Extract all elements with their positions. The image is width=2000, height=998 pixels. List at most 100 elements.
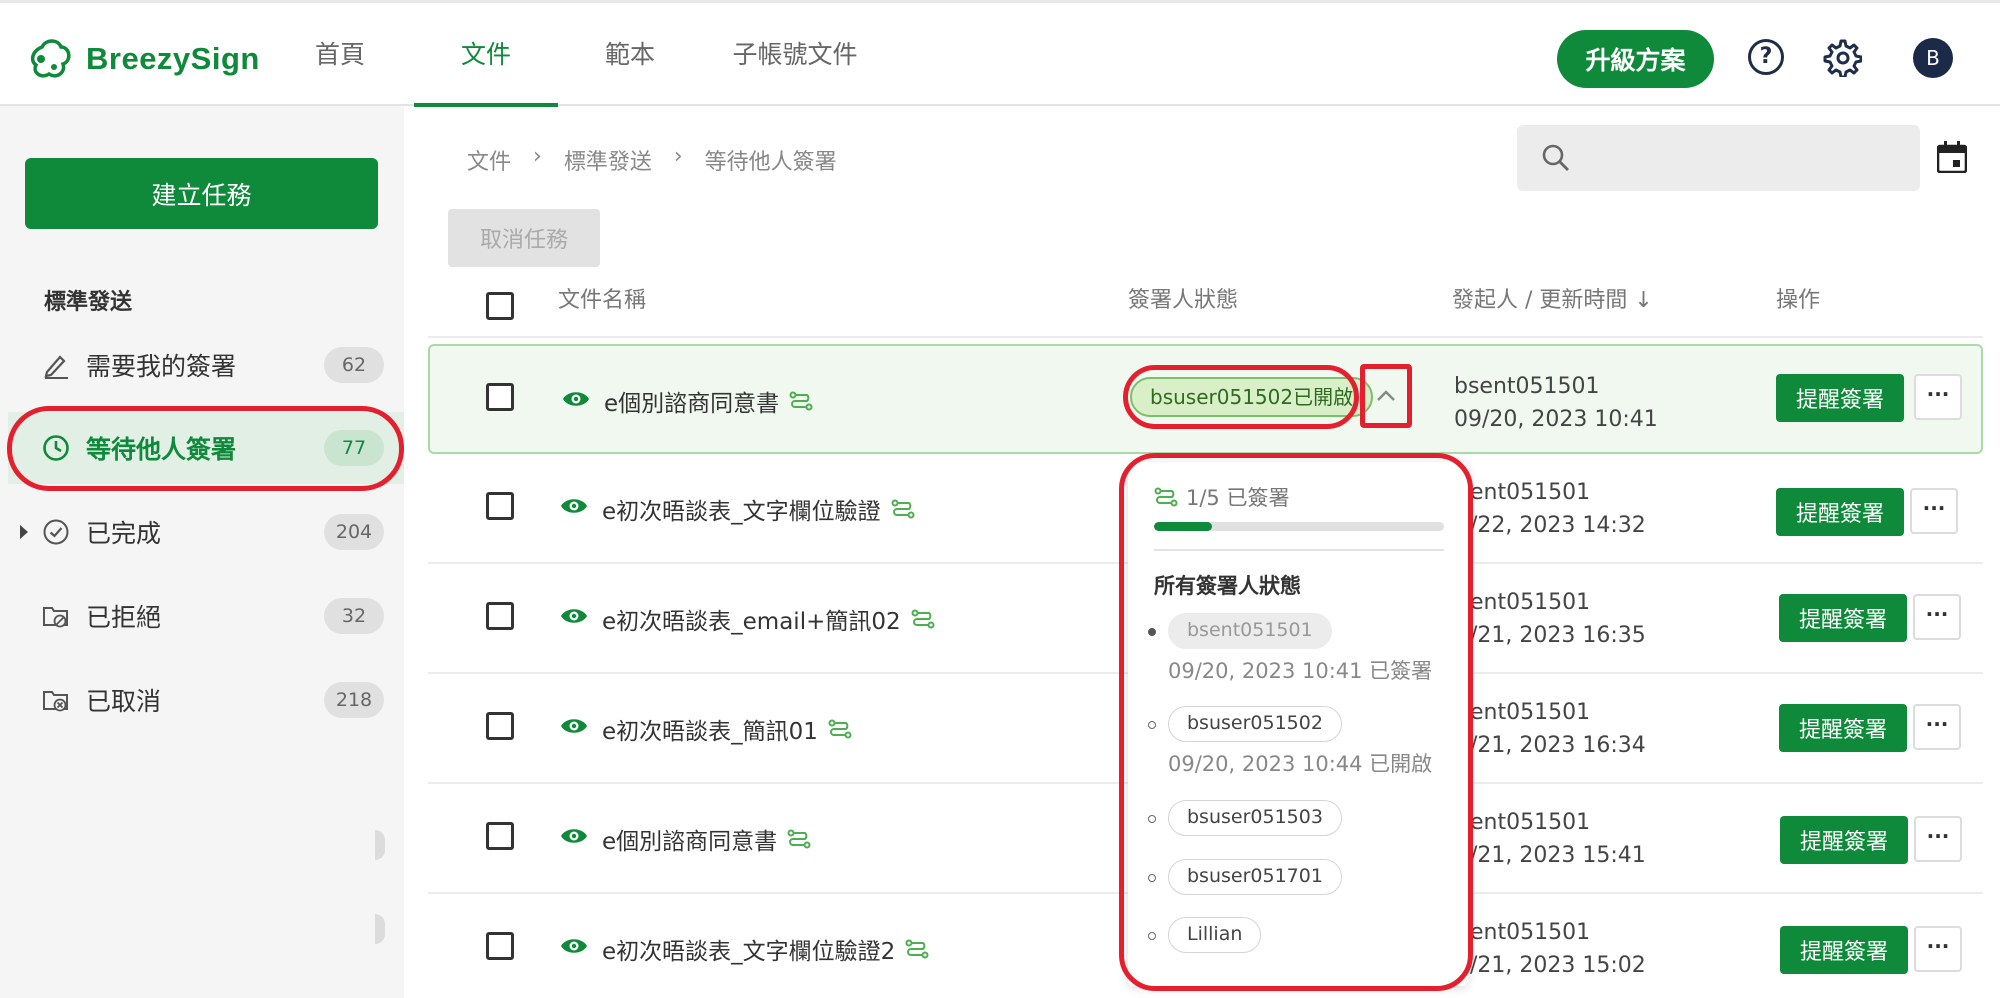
- sidebar-item-label: 需要我的簽署: [86, 352, 237, 381]
- eye-icon[interactable]: [560, 495, 588, 517]
- more-actions-button[interactable]: ···: [1913, 704, 1961, 750]
- sequential-flow-icon: [828, 719, 852, 739]
- eye-icon[interactable]: [560, 715, 588, 737]
- nav-tab-home[interactable]: 首頁: [290, 3, 390, 107]
- nav-tab-templates[interactable]: 範本: [580, 3, 680, 107]
- row-checkbox[interactable]: [486, 602, 514, 630]
- calendar-icon[interactable]: [1937, 141, 1967, 173]
- app-name: BreezySign: [86, 41, 260, 76]
- sequential-flow-icon: [787, 829, 811, 849]
- scroll-handle[interactable]: [375, 914, 385, 944]
- sender-name: ent051501: [1470, 810, 1591, 835]
- upgrade-plan-button[interactable]: 升級方案: [1557, 30, 1714, 88]
- more-actions-button[interactable]: ···: [1910, 488, 1958, 534]
- expand-caret-icon[interactable]: [20, 525, 28, 539]
- cancel-task-button[interactable]: 取消任務: [448, 209, 600, 267]
- signer-bullet: [1148, 628, 1156, 636]
- column-header-name[interactable]: 文件名稱: [558, 282, 646, 314]
- more-actions-button[interactable]: ···: [1913, 594, 1961, 640]
- count-badge: 204: [324, 514, 384, 550]
- eye-icon[interactable]: [562, 388, 590, 410]
- document-name[interactable]: e初次晤談表_email+簡訊02: [602, 602, 935, 636]
- sidebar-item-rejected[interactable]: 已拒絕 32: [0, 580, 404, 652]
- signer-chip: bsent051501: [1168, 613, 1332, 649]
- breadcrumb-separator: ›: [673, 144, 683, 169]
- breadcrumb-item-current: 等待他人簽署: [704, 150, 837, 175]
- updated-time: /21, 2023 15:41: [1470, 843, 1646, 868]
- gear-icon[interactable]: [1822, 37, 1862, 77]
- remind-sign-button[interactable]: 提醒簽署: [1780, 926, 1908, 974]
- breadcrumb-item-standard-send[interactable]: 標準發送: [564, 144, 652, 176]
- folder-cancel-icon: [43, 691, 68, 712]
- eye-icon[interactable]: [560, 935, 588, 957]
- signer-chip: bsuser051503: [1168, 800, 1342, 836]
- sidebar: 建立任務 標準發送 需要我的簽署 62 等待他人簽署 77 已完成 204 已拒…: [0, 106, 404, 998]
- check-circle-icon: [43, 519, 69, 545]
- help-icon[interactable]: ?: [1748, 39, 1784, 75]
- sidebar-item-cancelled[interactable]: 已取消 218: [0, 664, 404, 736]
- sender-name: ent051501: [1470, 700, 1591, 725]
- create-task-button[interactable]: 建立任務: [25, 158, 378, 229]
- document-name[interactable]: e初次晤談表_文字欄位驗證: [602, 492, 915, 526]
- more-actions-button[interactable]: ···: [1914, 926, 1962, 972]
- remind-sign-button[interactable]: 提醒簽署: [1780, 816, 1908, 864]
- row-checkbox[interactable]: [486, 932, 514, 960]
- sidebar-section-heading: 標準發送: [44, 290, 133, 315]
- sidebar-item-label: 已完成: [86, 519, 162, 548]
- more-actions-button[interactable]: ···: [1914, 816, 1962, 862]
- sidebar-item-label: 已拒絕: [86, 603, 162, 632]
- updated-time: 09/20, 2023 10:41: [1454, 407, 1658, 432]
- row-checkbox[interactable]: [486, 822, 514, 850]
- document-name[interactable]: e初次晤談表_文字欄位驗證2: [602, 932, 929, 966]
- nav-tab-documents[interactable]: 文件: [414, 3, 558, 107]
- row-checkbox[interactable]: [486, 712, 514, 740]
- breadcrumb: 文件 › 標準發送 › 等待他人簽署: [467, 144, 837, 176]
- document-name[interactable]: e個別諮商同意書: [602, 822, 811, 856]
- breadcrumb-item-documents[interactable]: 文件: [467, 144, 511, 176]
- column-header-sender[interactable]: 發起人 / 更新時間 ↓: [1452, 282, 1653, 314]
- nav-tab-subaccount-docs[interactable]: 子帳號文件: [715, 3, 875, 107]
- column-header-status[interactable]: 簽署人狀態: [1128, 282, 1238, 314]
- count-badge: 77: [324, 430, 384, 466]
- row-checkbox[interactable]: [486, 492, 514, 520]
- app-logo[interactable]: BreezySign: [28, 37, 260, 81]
- folder-reject-icon: [43, 607, 68, 628]
- sidebar-item-completed[interactable]: 已完成 204: [0, 496, 404, 568]
- sidebar-item-awaiting-others[interactable]: 等待他人簽署 77: [8, 412, 404, 484]
- signer-chip: bsuser051701: [1168, 859, 1342, 895]
- sequential-flow-icon: [911, 609, 935, 629]
- signing-progress-bar: [1154, 522, 1444, 531]
- document-name-text: e初次晤談表_文字欄位驗證2: [602, 939, 896, 965]
- sender-info: bsent051501 09/20, 2023 10:41: [1454, 370, 1658, 436]
- document-name[interactable]: e初次晤談表_簡訊01: [602, 712, 852, 746]
- remind-sign-button[interactable]: 提醒簽署: [1776, 374, 1904, 422]
- signer-status-badge[interactable]: bsuser051502已開啟: [1130, 377, 1374, 417]
- scroll-handle[interactable]: [375, 830, 385, 860]
- search-input[interactable]: [1517, 125, 1920, 191]
- eye-icon[interactable]: [560, 605, 588, 627]
- sidebar-item-needs-my-signature[interactable]: 需要我的簽署 62: [0, 329, 404, 401]
- document-name-text: e個別諮商同意書: [602, 829, 778, 855]
- chevron-up-icon[interactable]: [1368, 376, 1404, 416]
- row-checkbox[interactable]: [486, 383, 514, 411]
- updated-time: /22, 2023 14:32: [1470, 513, 1646, 538]
- remind-sign-button[interactable]: 提醒簽署: [1776, 488, 1904, 536]
- updated-time: /21, 2023 15:02: [1470, 953, 1646, 978]
- sender-name: bsent051501: [1454, 374, 1600, 399]
- signer-bullet: [1148, 721, 1156, 729]
- signer-chip: Lillian: [1168, 917, 1262, 953]
- document-name-text: e初次晤談表_文字欄位驗證: [602, 499, 881, 525]
- sequential-flow-icon: [1154, 487, 1178, 507]
- signing-progress-fill: [1154, 522, 1212, 531]
- remind-sign-button[interactable]: 提醒簽署: [1779, 594, 1907, 642]
- more-actions-button[interactable]: ···: [1914, 374, 1962, 420]
- document-name[interactable]: e個別諮商同意書: [604, 384, 813, 418]
- sender-name: ent051501: [1470, 920, 1591, 945]
- eye-icon[interactable]: [560, 825, 588, 847]
- select-all-checkbox[interactable]: [486, 292, 514, 320]
- user-avatar[interactable]: B: [1913, 38, 1953, 78]
- table-row[interactable]: e個別諮商同意書 bsuser051502已開啟 bsent051501 09/…: [428, 344, 1983, 454]
- clock-icon: [43, 435, 69, 461]
- remind-sign-button[interactable]: 提醒簽署: [1779, 704, 1907, 752]
- signer-bullet: [1148, 932, 1156, 940]
